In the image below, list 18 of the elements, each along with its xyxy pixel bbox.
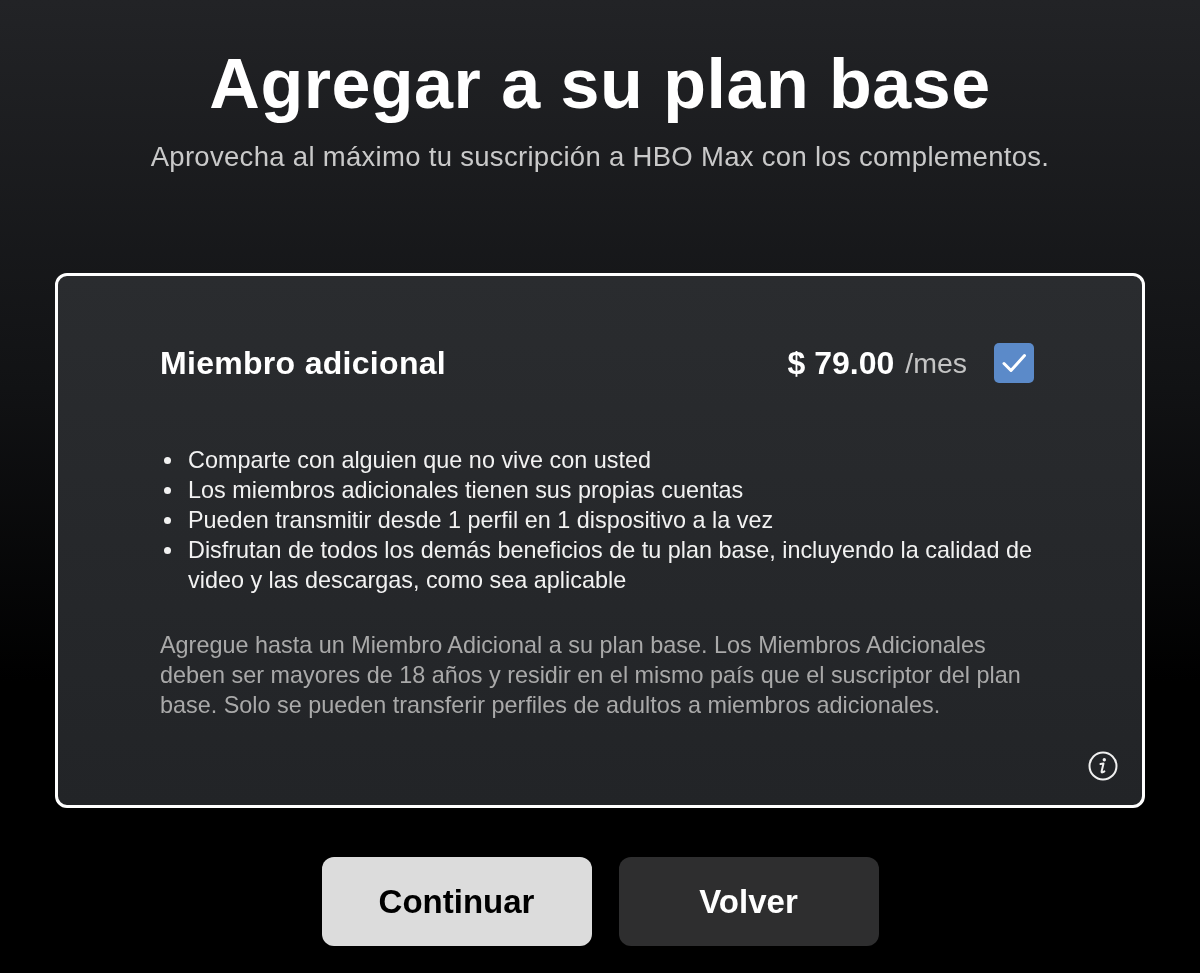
- feature-text: Pueden transmitir desde 1 perfil en 1 dispositivo a la vez: [188, 506, 774, 535]
- feature-text: Disfrutan de todos los demás beneficios de tu plan base, incluyendo la calidad de video y las descargas, como sea aplicable: [188, 536, 1033, 595]
- price-period: /mes: [905, 346, 967, 380]
- feature-text: Comparte con alguien que no vive con usted: [188, 446, 651, 475]
- addon-note: Agregue hasta un Miembro Adicional a su plan base. Los Miembros Adicionales deben ser mayores de 18 años y residir en el mismo país que el suscriptor del plan base. Solo se pueden transferir perfiles de adultos a miembros adicionales.: [160, 631, 1022, 720]
- page-subtitle: Aprovecha al máximo tu suscripción a HBO Max con los complementos.: [150, 141, 1050, 173]
- addon-checkbox[interactable]: [994, 343, 1034, 383]
- info-icon[interactable]: [1088, 751, 1118, 781]
- page-title: Agregar a su plan base: [209, 44, 991, 125]
- bullet-icon: [164, 457, 171, 464]
- addon-name: Miembro adicional: [160, 344, 448, 382]
- back-button[interactable]: Volver: [618, 857, 879, 946]
- bullet-icon: [164, 547, 171, 554]
- feature-text: Los miembros adicionales tienen sus propias cuentas: [188, 476, 744, 505]
- continue-button[interactable]: Continuar: [321, 857, 592, 946]
- addon-price: $ 79.00: [787, 344, 895, 382]
- bullet-icon: [164, 517, 171, 524]
- bullet-icon: [164, 487, 171, 494]
